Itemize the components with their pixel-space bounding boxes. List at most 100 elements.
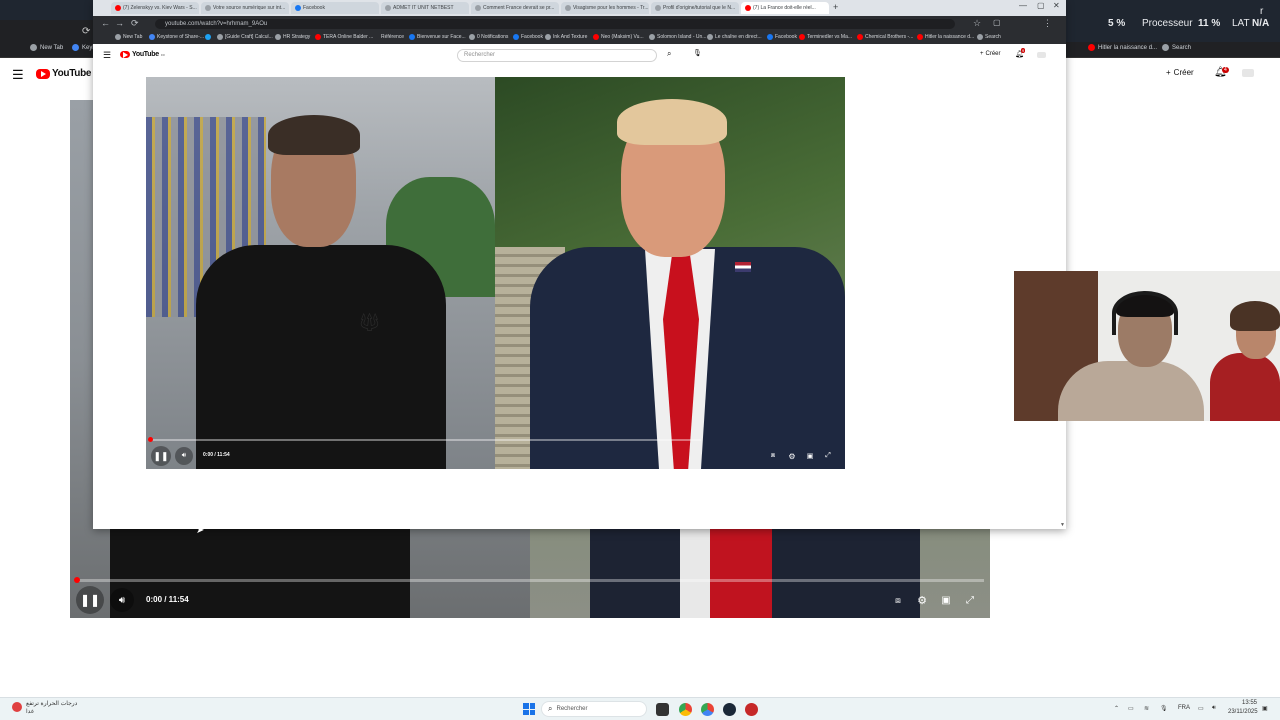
- back-bookmark-search[interactable]: Search: [1162, 44, 1191, 51]
- bookmark-5[interactable]: TERA Online Balder ...: [315, 34, 373, 40]
- url-field[interactable]: youtube.com/watch?v=hrhmam_9AOu: [155, 19, 955, 29]
- front-tab-0[interactable]: (7) Zelenskyy vs. Kiev Wars - S...: [111, 2, 199, 14]
- back-settings-icon[interactable]: ⚙: [914, 592, 930, 608]
- front-tab-5[interactable]: Visagisme pour les hommes - Tr...: [561, 2, 649, 14]
- bookmark-9[interactable]: Facebook: [513, 34, 543, 40]
- bookmark-12[interactable]: Solomon Island - Un...: [649, 34, 706, 40]
- headset-icon: [1112, 291, 1178, 335]
- back-miniplayer-icon[interactable]: ▣: [938, 592, 954, 608]
- bookmark-1[interactable]: Keystone of Share-...: [149, 34, 204, 40]
- bookmark-7[interactable]: Bienvenue sur Face...: [409, 34, 466, 40]
- back-menu-icon[interactable]: ☰: [12, 67, 24, 83]
- bookmark-4[interactable]: HR Strategy: [275, 34, 310, 40]
- reload-icon[interactable]: ⟳: [131, 18, 139, 29]
- bookmark-14[interactable]: Facebook: [767, 34, 797, 40]
- settings-icon[interactable]: ⚙: [785, 449, 799, 463]
- create-button[interactable]: + Créer: [980, 51, 1001, 57]
- clock-date[interactable]: 23/11/2025: [1228, 709, 1258, 715]
- monitor-icon[interactable]: ▭: [1198, 705, 1204, 712]
- back-arrow-icon[interactable]: ←: [101, 18, 110, 28]
- bookmark-8[interactable]: 0 Notifications: [469, 34, 508, 40]
- window-maximize-icon[interactable]: ▢: [1037, 1, 1045, 10]
- notification-center-icon[interactable]: ▣: [1262, 705, 1268, 712]
- chrome-icon[interactable]: [679, 703, 692, 716]
- avatar[interactable]: [1037, 52, 1046, 58]
- subtitles-icon[interactable]: ⧈: [766, 449, 780, 463]
- app-icon[interactable]: [745, 703, 758, 716]
- weather-icon[interactable]: [12, 702, 22, 712]
- windows-start-icon[interactable]: [523, 703, 535, 715]
- youtube-icon: [745, 5, 751, 11]
- chrome-profile-icon[interactable]: [701, 703, 714, 716]
- browser-menu-icon[interactable]: ⋮: [1043, 18, 1052, 29]
- dropdown-arrow-icon[interactable]: ▼: [1060, 522, 1065, 528]
- tray-chevron-icon[interactable]: ⌃: [1114, 705, 1119, 712]
- lang-indicator[interactable]: FRA: [1178, 705, 1190, 711]
- processor-value: 11 %: [1198, 18, 1221, 29]
- volume-icon[interactable]: 🔊︎: [1212, 705, 1216, 712]
- fullscreen-icon[interactable]: ⤢: [821, 449, 835, 463]
- bookmark-star-icon[interactable]: ☆: [973, 18, 981, 29]
- front-tab-7-active[interactable]: (7) La France doit-elle réel...: [741, 2, 829, 14]
- back-bookmark-hitler[interactable]: Hitler la naissance d...: [1088, 44, 1157, 51]
- front-tab-bar: (7) Zelenskyy vs. Kiev Wars - S... Votre…: [93, 0, 1066, 16]
- clock-time[interactable]: 13:55: [1242, 700, 1257, 706]
- front-tab-2[interactable]: Facebook: [291, 2, 379, 14]
- video-player[interactable]: 🔱︎ ❚❚ 🔊︎ 0:00 / 11:54 ⧈ ⚙ ▣ ⤢: [146, 77, 845, 469]
- taskbar-search[interactable]: ⌕ Rechercher: [541, 701, 647, 717]
- progress-scrubber[interactable]: [148, 437, 153, 442]
- miniplayer-icon[interactable]: ▣: [803, 449, 817, 463]
- bookmark-6[interactable]: Référence: [381, 34, 404, 40]
- bookmark-3[interactable]: [Guide Craft] Calcul...: [217, 34, 273, 40]
- back-youtube-logo[interactable]: YouTube FR: [36, 68, 99, 79]
- window-minimize-icon[interactable]: —: [1019, 1, 1027, 10]
- globe-icon: [217, 34, 223, 40]
- bookmark-18[interactable]: Search: [977, 34, 1001, 40]
- wifi-icon[interactable]: ≋: [1144, 705, 1149, 712]
- front-address-bar: ← → ⟳ youtube.com/watch?v=hrhmam_9AOu ☆ …: [93, 16, 1066, 32]
- window-close-icon[interactable]: ✕: [1053, 1, 1060, 10]
- youtube-logo[interactable]: YouTube FR: [120, 51, 165, 58]
- search-icon[interactable]: ⌕: [667, 49, 671, 59]
- bookmark-15[interactable]: Terminedler vs Ma...: [799, 34, 852, 40]
- pause-button[interactable]: ❚❚: [151, 446, 171, 466]
- plus-icon: +: [1166, 68, 1171, 77]
- menu-icon[interactable]: ☰: [103, 50, 111, 61]
- twitter-icon: [205, 34, 211, 40]
- back-bookmark-keyi[interactable]: Keyi: [72, 44, 94, 51]
- back-subtitles-icon[interactable]: ⧈: [890, 592, 906, 608]
- back-create-button[interactable]: + Créer: [1166, 68, 1194, 77]
- bookmark-13[interactable]: Le chaîne en direct...: [707, 34, 762, 40]
- microphone-icon[interactable]: 🎙︎: [693, 49, 702, 57]
- bookmark-16[interactable]: Chemical Brothers -...: [857, 34, 913, 40]
- extensions-icon[interactable]: ▢: [993, 18, 1001, 27]
- bookmark-0[interactable]: New Tab: [115, 34, 142, 40]
- bookmark-17[interactable]: Hitler la naissance d...: [917, 34, 974, 40]
- bookmark-10[interactable]: Ink And Texture: [545, 34, 587, 40]
- network-icon[interactable]: ▭: [1128, 705, 1134, 712]
- task-view-icon[interactable]: [656, 703, 669, 716]
- back-bookmark-new-tab[interactable]: New Tab: [30, 44, 63, 51]
- front-tab-4[interactable]: Comment France devrait se pr...: [471, 2, 559, 14]
- back-avatar[interactable]: [1242, 69, 1254, 77]
- back-pause-button[interactable]: ❚❚: [76, 586, 104, 614]
- back-progress-scrubber[interactable]: [74, 577, 80, 583]
- back-progress-bar[interactable]: [76, 579, 984, 582]
- forward-arrow-icon[interactable]: →: [115, 18, 124, 28]
- front-youtube-header: ☰ YouTube FR Rechercher ⌕ 🎙︎ + Créer 🔔︎ 9: [93, 44, 1066, 68]
- bookmark-11[interactable]: Neo (Maksim) Vu...: [593, 34, 644, 40]
- steam-icon[interactable]: [723, 703, 736, 716]
- progress-bar[interactable]: [150, 439, 701, 441]
- front-tab-6[interactable]: Profil d'origine/tutorial que le N...: [651, 2, 739, 14]
- volume-button[interactable]: 🔊︎: [175, 447, 193, 465]
- search-input[interactable]: Rechercher: [457, 49, 657, 62]
- back-reload-icon[interactable]: ⟳: [82, 26, 90, 37]
- youtube-icon: [115, 5, 121, 11]
- new-tab-button[interactable]: +: [833, 2, 838, 12]
- back-volume-button[interactable]: 🔊︎: [110, 588, 134, 612]
- mic-icon[interactable]: 🎙︎: [1160, 705, 1168, 712]
- bookmark-2[interactable]: [205, 34, 213, 40]
- front-tab-3[interactable]: ADMET IT UNIT NETBEST: [381, 2, 469, 14]
- back-fullscreen-icon[interactable]: ⤢: [962, 592, 978, 608]
- front-tab-1[interactable]: Votre source numérique sur int...: [201, 2, 289, 14]
